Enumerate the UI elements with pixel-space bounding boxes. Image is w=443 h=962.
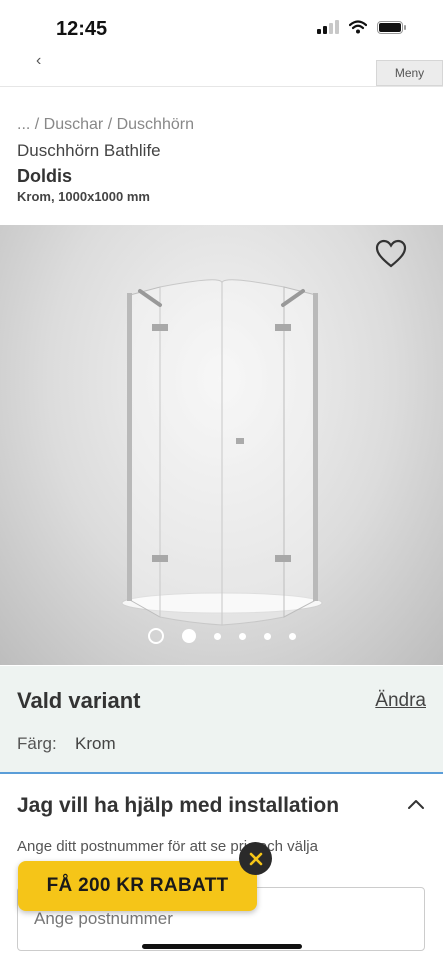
carousel-dot[interactable] [238,632,246,640]
carousel-dot[interactable] [147,628,164,644]
close-icon[interactable] [239,842,272,875]
variant-title: Vald variant [17,688,141,713]
back-icon[interactable]: ‹ [36,52,41,70]
discount-text: FÅ 200 KR RABATT [46,875,229,896]
variant-section: Vald variant Ändra Färg: Krom [0,666,443,772]
carousel-dots[interactable] [0,628,443,644]
installation-title[interactable]: Jag vill ha hjälp med installation [17,794,339,818]
product-spec: Krom, 1000x1000 mm [17,189,150,204]
carousel-dot[interactable] [181,629,196,643]
change-variant-link[interactable]: Ändra [375,690,426,712]
menu-button[interactable]: Meny [376,60,443,86]
discount-banner[interactable]: FÅ 200 KR RABATT [18,861,257,911]
status-icons [317,20,406,34]
close-glyph [249,852,262,865]
installation-description: Ange ditt postnummer för att se pris och… [17,838,318,855]
shower-enclosure-image [121,279,323,626]
carousel-dot[interactable] [263,632,271,640]
home-indicator [142,944,302,949]
chevron-up-icon[interactable] [407,798,425,810]
breadcrumb[interactable]: ... / Duschar / Duschhörn [17,116,194,134]
status-bar: 12:45 [0,0,443,58]
heart-icon[interactable] [375,239,407,269]
wifi-icon [349,20,367,34]
product-image[interactable] [0,225,443,665]
status-time: 12:45 [56,18,108,40]
product-category: Duschhörn Bathlife [17,141,161,160]
color-label: Färg: [17,734,57,753]
site-header: ‹ Meny [0,52,443,87]
carousel-dot[interactable] [213,632,221,640]
carousel-dot[interactable] [288,632,296,640]
signal-icon [317,20,339,34]
product-name: Doldis [17,166,73,186]
battery-icon [377,20,406,34]
color-value: Krom [75,734,116,753]
